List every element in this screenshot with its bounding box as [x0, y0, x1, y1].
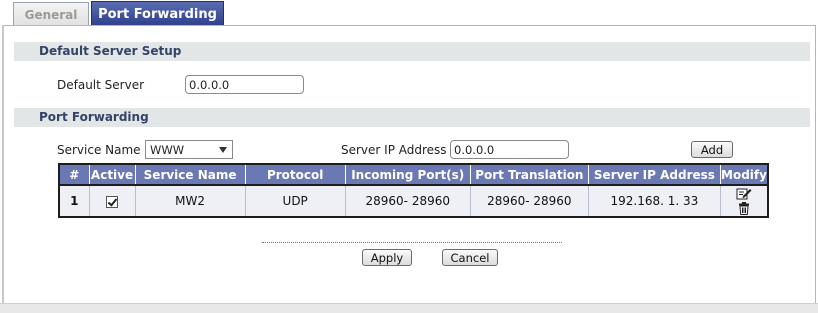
protocol-cell: UDP [244, 184, 346, 218]
active-cell [88, 184, 136, 218]
modify-cell [719, 184, 769, 218]
column-header: Incoming Port(s) [344, 163, 471, 186]
port-translation-cell: 28960- 28960 [469, 184, 589, 218]
service-name-value: WWW [150, 142, 185, 157]
column-header: Active [88, 163, 136, 186]
column-header: Server IP Address [587, 163, 721, 186]
server-ip-cell: 192.168. 1. 33 [587, 184, 721, 218]
column-header: Modify [719, 163, 769, 186]
active-checkbox[interactable] [106, 195, 119, 208]
bottom-strip [0, 303, 818, 313]
tab-bar: General Port Forwarding [0, 0, 818, 26]
row-number: 1 [58, 184, 90, 218]
column-header: Port Translation [469, 163, 589, 186]
tab-port-forwarding[interactable]: Port Forwarding [91, 1, 224, 26]
divider [262, 242, 562, 243]
default-server-label: Default Server [57, 78, 145, 92]
add-button[interactable]: Add [691, 141, 733, 158]
port-forwarding-table: # Active Service Name Protocol Incoming … [58, 163, 769, 218]
section-header-default-server: Default Server Setup [14, 42, 810, 61]
default-server-input[interactable] [185, 75, 304, 94]
edit-icon[interactable] [736, 187, 752, 200]
service-name-cell: MW2 [134, 184, 246, 218]
trash-icon[interactable] [738, 202, 750, 215]
chevron-down-icon [219, 147, 227, 153]
column-header: Protocol [244, 163, 346, 186]
column-header: Service Name [134, 163, 246, 186]
service-name-label: Service Name [57, 143, 141, 157]
section-header-port-forwarding: Port Forwarding [14, 108, 810, 127]
tab-general[interactable]: General [13, 2, 89, 26]
apply-button[interactable]: Apply [362, 249, 412, 266]
incoming-ports-cell: 28960- 28960 [344, 184, 471, 218]
cancel-button[interactable]: Cancel [442, 249, 498, 266]
server-ip-input[interactable] [450, 140, 569, 159]
service-name-select[interactable]: WWW [145, 140, 233, 159]
column-header: # [58, 163, 90, 186]
table-row: 1 MW2 UDP 28960- 28960 28960- 28960 192.… [58, 184, 769, 218]
server-ip-label: Server IP Address [341, 143, 447, 157]
table-header-row: # Active Service Name Protocol Incoming … [58, 163, 769, 186]
